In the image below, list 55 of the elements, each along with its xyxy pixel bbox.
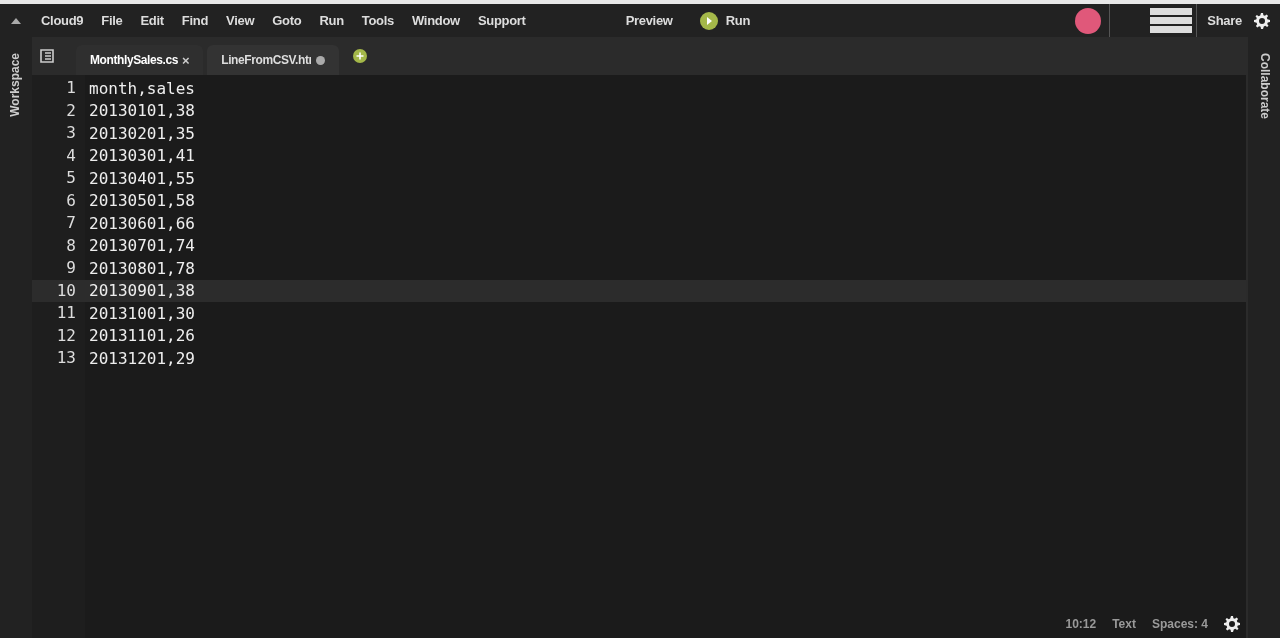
line-number: 8	[65, 234, 77, 257]
play-icon	[699, 11, 718, 30]
editor-tab[interactable]: LineFromCSV.htı	[207, 45, 339, 75]
menu-item[interactable]: Cloud9	[32, 13, 93, 28]
code-line: 20130101,38	[89, 101, 195, 121]
line-number: 3	[65, 122, 77, 144]
menu-item[interactable]: Run	[310, 13, 353, 28]
menu-item[interactable]: Edit	[131, 13, 173, 28]
file-tree-icon[interactable]	[40, 49, 56, 63]
line-number: 6	[65, 189, 77, 212]
line-number: 11	[55, 302, 77, 324]
preview-button[interactable]: Preview	[616, 13, 682, 28]
line-number: 1	[65, 77, 77, 99]
code-line: 20130401,55	[89, 168, 195, 188]
menu-item[interactable]: View	[217, 13, 264, 28]
code-line: 20130901,38	[89, 281, 195, 301]
line-number: 13	[55, 347, 77, 369]
avatar-icon[interactable]	[1075, 7, 1102, 34]
syntax-mode[interactable]: Text	[1112, 617, 1136, 631]
add-tab-icon[interactable]	[352, 49, 367, 63]
menu-item[interactable]: Support	[468, 13, 535, 28]
workspace-tab[interactable]: Workspace	[8, 53, 22, 117]
code-line: 20130601,66	[89, 213, 195, 233]
code-line: 20130501,58	[89, 191, 195, 211]
menu-item[interactable]: Find	[172, 13, 218, 28]
code-line: month,sales	[89, 78, 195, 98]
code-line: 20130801,78	[89, 258, 195, 278]
share-button[interactable]: Share	[1197, 13, 1252, 28]
settings-icon[interactable]	[1254, 12, 1270, 29]
settings-icon[interactable]	[1224, 616, 1240, 632]
menu-item[interactable]: Window	[403, 13, 469, 28]
code-line: 20131101,26	[89, 326, 195, 346]
collapse-arrow-icon[interactable]	[11, 17, 21, 24]
line-number: 4	[65, 144, 77, 167]
code-line: 20130301,41	[89, 146, 195, 166]
close-icon[interactable]: ×	[182, 52, 190, 68]
code-line: 20130201,35	[89, 123, 195, 143]
unsaved-dot-icon	[315, 55, 325, 65]
code-line: 20131001,30	[89, 303, 195, 323]
line-number: 12	[55, 324, 77, 347]
code-line: 20131201,29	[89, 348, 195, 368]
cursor-position: 10:12	[1065, 617, 1097, 631]
menu-item[interactable]: Tools	[352, 13, 403, 28]
menu-item[interactable]: File	[92, 13, 132, 28]
editor-tab[interactable]: MonthlySales.cs ×	[76, 45, 204, 75]
line-number: 5	[65, 167, 77, 189]
line-number: 7	[65, 212, 77, 234]
indent-setting[interactable]: Spaces: 4	[1151, 617, 1208, 631]
menu-item[interactable]: Goto	[263, 13, 311, 28]
run-button[interactable]: Run	[699, 11, 751, 30]
line-number: 2	[65, 99, 77, 122]
line-number: 9	[65, 257, 77, 279]
collaborate-tab[interactable]: Collaborate	[1258, 53, 1272, 119]
code-line: 20130701,74	[89, 236, 195, 256]
line-number: 10	[55, 279, 77, 302]
